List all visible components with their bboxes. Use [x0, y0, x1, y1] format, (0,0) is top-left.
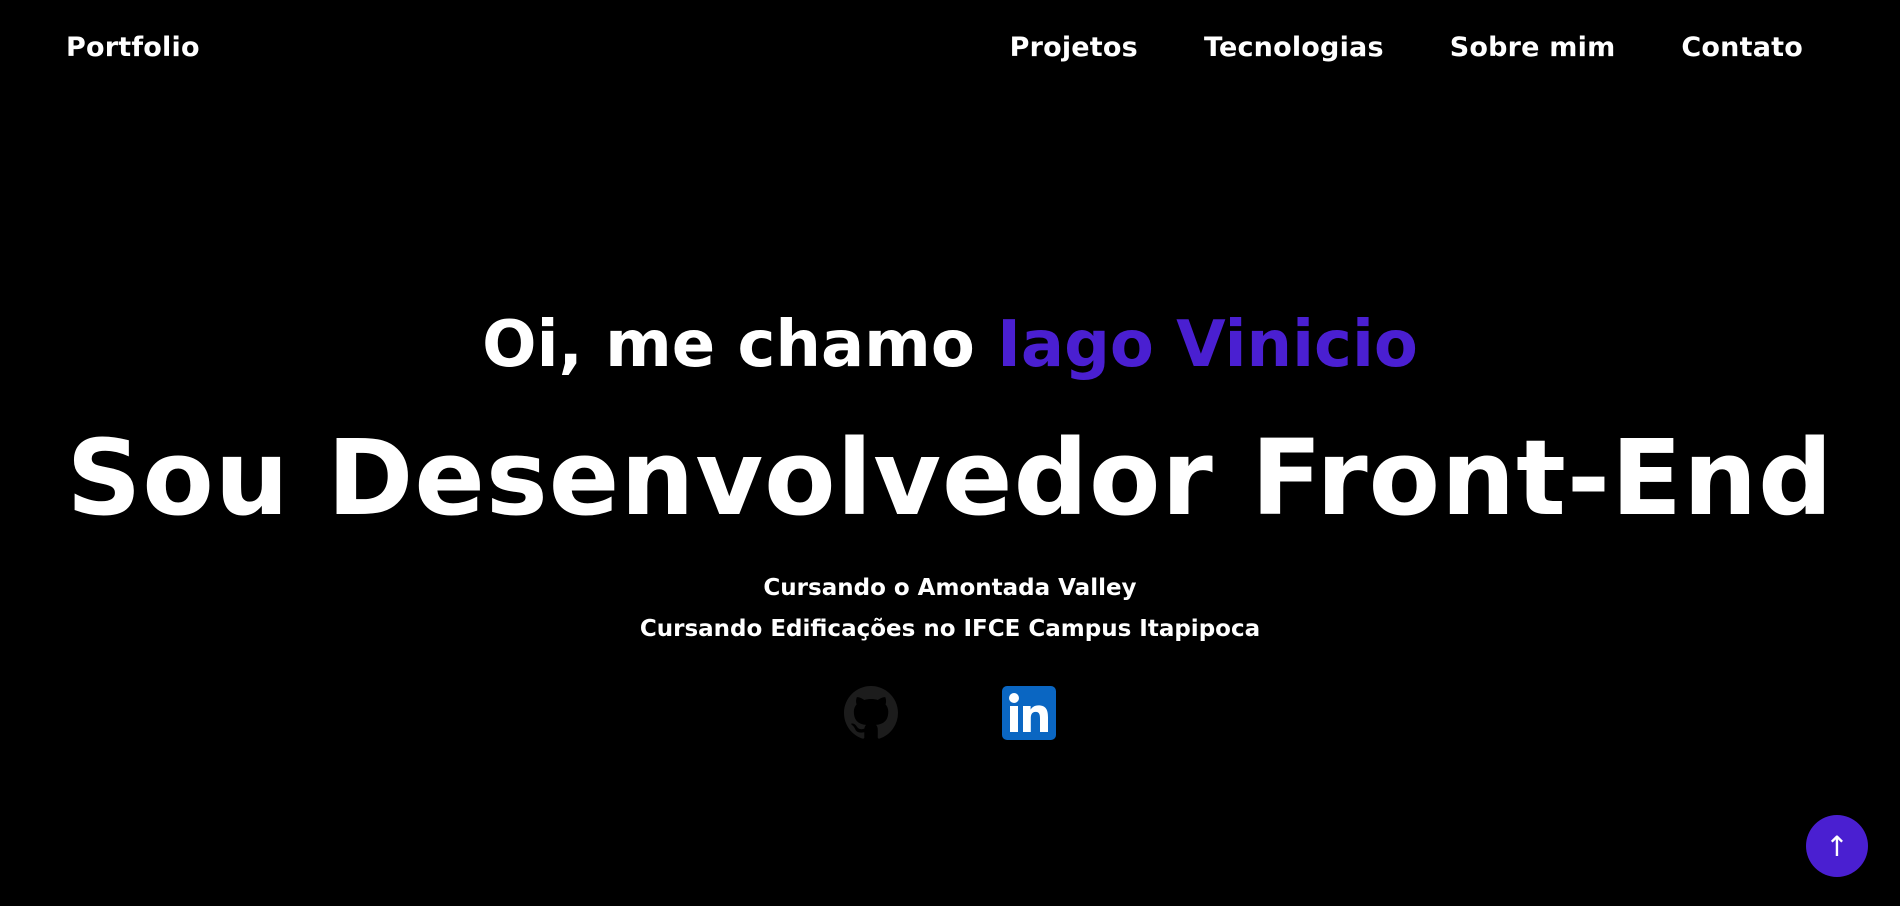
developer-name: Iago Vinicio [997, 308, 1418, 382]
github-link[interactable] [844, 686, 898, 740]
logo-link[interactable]: Portfolio [66, 32, 200, 63]
github-icon [844, 686, 898, 739]
greeting-prefix: Oi, me chamo [482, 308, 998, 382]
portfolio-page: Portfolio Projetos Tecnologias Sobre mim… [0, 0, 1900, 906]
nav-link-projetos[interactable]: Projetos [1010, 32, 1138, 63]
main-nav: Projetos Tecnologias Sobre mim Contato [1010, 32, 1803, 63]
nav-link-tecnologias[interactable]: Tecnologias [1204, 32, 1384, 63]
nav-link-contato[interactable]: Contato [1681, 32, 1803, 63]
social-links [844, 686, 1056, 740]
nav-link-sobre-mim[interactable]: Sobre mim [1450, 32, 1616, 63]
headline: Sou Desenvolvedor Front-End [66, 417, 1834, 539]
linkedin-icon [1002, 686, 1056, 740]
site-header: Portfolio Projetos Tecnologias Sobre mim… [0, 0, 1900, 100]
back-to-top-button[interactable]: ↑ [1806, 815, 1868, 877]
greeting-heading: Oi, me chamo Iago Vinicio [0, 305, 1900, 385]
course-line-2: Cursando Edificações no IFCE Campus Itap… [639, 616, 1261, 642]
course-line-1: Cursando o Amontada Valley [763, 575, 1137, 601]
linkedin-link[interactable] [1002, 686, 1056, 740]
